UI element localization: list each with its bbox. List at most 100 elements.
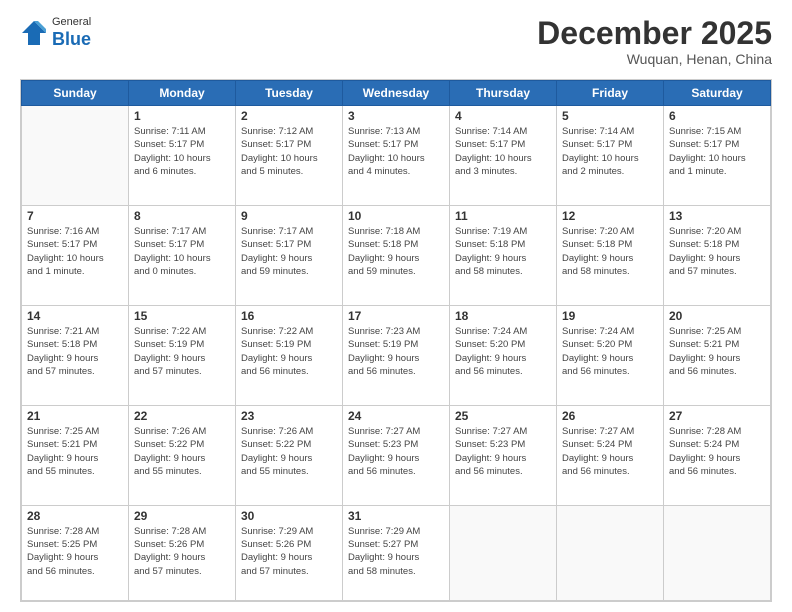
header-day-monday: Monday xyxy=(129,81,236,106)
calendar-cell xyxy=(22,106,129,206)
day-number: 8 xyxy=(134,209,230,223)
header-day-wednesday: Wednesday xyxy=(343,81,450,106)
day-number: 17 xyxy=(348,309,444,323)
day-number: 4 xyxy=(455,109,551,123)
day-info: Sunrise: 7:15 AMSunset: 5:17 PMDaylight:… xyxy=(669,125,765,178)
day-info: Sunrise: 7:29 AMSunset: 5:27 PMDaylight:… xyxy=(348,525,444,578)
calendar-cell: 17Sunrise: 7:23 AMSunset: 5:19 PMDayligh… xyxy=(343,306,450,406)
header-day-friday: Friday xyxy=(557,81,664,106)
month-title: December 2025 xyxy=(537,16,772,51)
header-row: SundayMondayTuesdayWednesdayThursdayFrid… xyxy=(22,81,771,106)
day-info: Sunrise: 7:25 AMSunset: 5:21 PMDaylight:… xyxy=(669,325,765,378)
day-info: Sunrise: 7:14 AMSunset: 5:17 PMDaylight:… xyxy=(562,125,658,178)
day-info: Sunrise: 7:20 AMSunset: 5:18 PMDaylight:… xyxy=(669,225,765,278)
calendar-cell: 4 Sunrise: 7:14 AMSunset: 5:17 PMDaylight… xyxy=(450,106,557,206)
day-number: 13 xyxy=(669,209,765,223)
calendar-cell: 30Sunrise: 7:29 AMSunset: 5:26 PMDayligh… xyxy=(236,505,343,600)
logo-text: General Blue xyxy=(52,16,91,51)
calendar-cell: 21 Sunrise: 7:25 AMSunset: 5:21 PMDayligh… xyxy=(22,405,129,505)
day-number: 7 xyxy=(27,209,123,223)
day-info: Sunrise: 7:27 AMSunset: 5:23 PMDaylight:… xyxy=(455,425,551,478)
calendar-cell: 14 Sunrise: 7:21 AMSunset: 5:18 PMDayligh… xyxy=(22,306,129,406)
day-number: 21 xyxy=(27,409,123,423)
calendar-body: 1 Sunrise: 7:11 AMSunset: 5:17 PMDaylight… xyxy=(22,106,771,601)
day-number: 31 xyxy=(348,509,444,523)
calendar-cell: 2Sunrise: 7:12 AMSunset: 5:17 PMDaylight… xyxy=(236,106,343,206)
calendar-cell: 7 Sunrise: 7:16 AMSunset: 5:17 PMDaylight… xyxy=(22,206,129,306)
title-block: December 2025 Wuquan, Henan, China xyxy=(537,16,772,67)
day-number: 23 xyxy=(241,409,337,423)
header-day-thursday: Thursday xyxy=(450,81,557,106)
day-number: 14 xyxy=(27,309,123,323)
day-number: 19 xyxy=(562,309,658,323)
week-row-2: 7 Sunrise: 7:16 AMSunset: 5:17 PMDaylight… xyxy=(22,206,771,306)
day-info: Sunrise: 7:25 AMSunset: 5:21 PMDaylight:… xyxy=(27,425,123,478)
calendar-cell: 12 Sunrise: 7:20 AMSunset: 5:18 PMDayligh… xyxy=(557,206,664,306)
calendar-cell: 9 Sunrise: 7:17 AMSunset: 5:17 PMDaylight… xyxy=(236,206,343,306)
calendar-cell: 28 Sunrise: 7:28 AMSunset: 5:25 PMDayligh… xyxy=(22,505,129,600)
day-number: 2 xyxy=(241,109,337,123)
day-number: 27 xyxy=(669,409,765,423)
day-info: Sunrise: 7:20 AMSunset: 5:18 PMDaylight:… xyxy=(562,225,658,278)
day-number: 30 xyxy=(241,509,337,523)
day-number: 12 xyxy=(562,209,658,223)
calendar-cell: 13 Sunrise: 7:20 AMSunset: 5:18 PMDayligh… xyxy=(664,206,771,306)
day-info: Sunrise: 7:13 AMSunset: 5:17 PMDaylight:… xyxy=(348,125,444,178)
calendar-cell xyxy=(450,505,557,600)
day-number: 22 xyxy=(134,409,230,423)
day-info: Sunrise: 7:16 AMSunset: 5:17 PMDaylight:… xyxy=(27,225,123,278)
day-info: Sunrise: 7:21 AMSunset: 5:18 PMDaylight:… xyxy=(27,325,123,378)
calendar-cell: 25 Sunrise: 7:27 AMSunset: 5:23 PMDayligh… xyxy=(450,405,557,505)
week-row-3: 14 Sunrise: 7:21 AMSunset: 5:18 PMDayligh… xyxy=(22,306,771,406)
day-info: Sunrise: 7:26 AMSunset: 5:22 PMDaylight:… xyxy=(134,425,230,478)
logo: General Blue xyxy=(20,16,91,51)
day-number: 9 xyxy=(241,209,337,223)
calendar-cell: 11 Sunrise: 7:19 AMSunset: 5:18 PMDayligh… xyxy=(450,206,557,306)
calendar-cell: 10 Sunrise: 7:18 AMSunset: 5:18 PMDayligh… xyxy=(343,206,450,306)
day-number: 28 xyxy=(27,509,123,523)
calendar-cell: 6Sunrise: 7:15 AMSunset: 5:17 PMDaylight… xyxy=(664,106,771,206)
header-day-tuesday: Tuesday xyxy=(236,81,343,106)
day-number: 1 xyxy=(134,109,230,123)
day-info: Sunrise: 7:17 AMSunset: 5:17 PMDaylight:… xyxy=(134,225,230,278)
day-number: 10 xyxy=(348,209,444,223)
day-number: 3 xyxy=(348,109,444,123)
calendar-cell: 5Sunrise: 7:14 AMSunset: 5:17 PMDaylight… xyxy=(557,106,664,206)
calendar-cell: 8 Sunrise: 7:17 AMSunset: 5:17 PMDaylight… xyxy=(129,206,236,306)
logo-icon xyxy=(20,19,48,47)
calendar-cell: 29Sunrise: 7:28 AMSunset: 5:26 PMDayligh… xyxy=(129,505,236,600)
calendar-cell: 18Sunrise: 7:24 AMSunset: 5:20 PMDayligh… xyxy=(450,306,557,406)
day-info: Sunrise: 7:22 AMSunset: 5:19 PMDaylight:… xyxy=(134,325,230,378)
calendar-cell: 31 Sunrise: 7:29 AMSunset: 5:27 PMDayligh… xyxy=(343,505,450,600)
calendar-cell: 16Sunrise: 7:22 AMSunset: 5:19 PMDayligh… xyxy=(236,306,343,406)
calendar-cell: 1 Sunrise: 7:11 AMSunset: 5:17 PMDaylight… xyxy=(129,106,236,206)
calendar-cell: 15 Sunrise: 7:22 AMSunset: 5:19 PMDayligh… xyxy=(129,306,236,406)
day-info: Sunrise: 7:28 AMSunset: 5:24 PMDaylight:… xyxy=(669,425,765,478)
calendar-cell xyxy=(664,505,771,600)
header-day-saturday: Saturday xyxy=(664,81,771,106)
day-number: 25 xyxy=(455,409,551,423)
calendar-cell: 22 Sunrise: 7:26 AMSunset: 5:22 PMDayligh… xyxy=(129,405,236,505)
calendar-cell: 24Sunrise: 7:27 AMSunset: 5:23 PMDayligh… xyxy=(343,405,450,505)
calendar: SundayMondayTuesdayWednesdayThursdayFrid… xyxy=(20,79,772,602)
calendar-cell xyxy=(557,505,664,600)
day-number: 15 xyxy=(134,309,230,323)
day-info: Sunrise: 7:11 AMSunset: 5:17 PMDaylight:… xyxy=(134,125,230,178)
day-number: 20 xyxy=(669,309,765,323)
day-info: Sunrise: 7:17 AMSunset: 5:17 PMDaylight:… xyxy=(241,225,337,278)
header-day-sunday: Sunday xyxy=(22,81,129,106)
calendar-cell: 26Sunrise: 7:27 AMSunset: 5:24 PMDayligh… xyxy=(557,405,664,505)
day-info: Sunrise: 7:28 AMSunset: 5:25 PMDaylight:… xyxy=(27,525,123,578)
day-info: Sunrise: 7:14 AMSunset: 5:17 PMDaylight:… xyxy=(455,125,551,178)
day-info: Sunrise: 7:18 AMSunset: 5:18 PMDaylight:… xyxy=(348,225,444,278)
day-info: Sunrise: 7:19 AMSunset: 5:18 PMDaylight:… xyxy=(455,225,551,278)
day-number: 16 xyxy=(241,309,337,323)
header: General Blue December 2025 Wuquan, Henan… xyxy=(20,16,772,67)
calendar-header: SundayMondayTuesdayWednesdayThursdayFrid… xyxy=(22,81,771,106)
location: Wuquan, Henan, China xyxy=(537,51,772,67)
calendar-cell: 3 Sunrise: 7:13 AMSunset: 5:17 PMDaylight… xyxy=(343,106,450,206)
day-number: 11 xyxy=(455,209,551,223)
day-info: Sunrise: 7:27 AMSunset: 5:23 PMDaylight:… xyxy=(348,425,444,478)
week-row-4: 21 Sunrise: 7:25 AMSunset: 5:21 PMDayligh… xyxy=(22,405,771,505)
day-info: Sunrise: 7:26 AMSunset: 5:22 PMDaylight:… xyxy=(241,425,337,478)
